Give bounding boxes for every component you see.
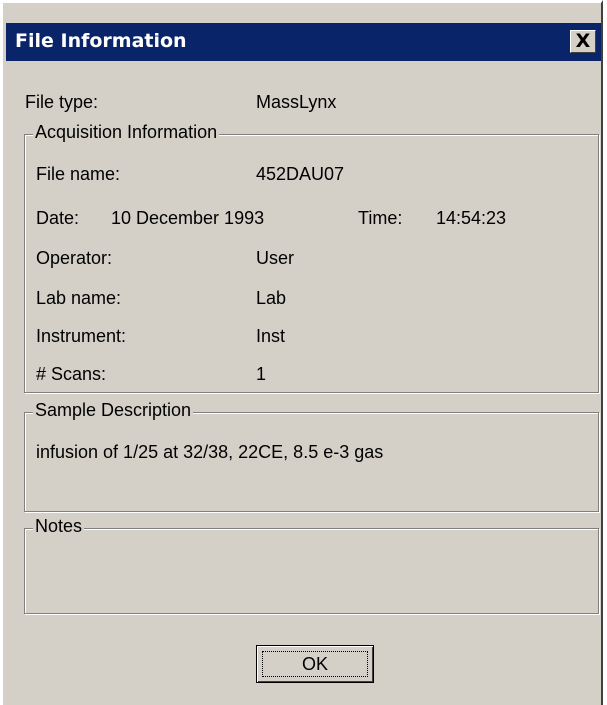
file-information-dialog: File Information X File type: MassLynx A… (0, 0, 603, 705)
scans-label: # Scans: (36, 364, 107, 384)
file-name-label: File name: (36, 164, 121, 184)
instrument-label: Instrument: (36, 326, 127, 346)
time-label: Time: (358, 208, 403, 228)
close-button[interactable]: X (570, 30, 596, 53)
file-type-value: MassLynx (256, 92, 337, 112)
notes-legend: Notes (33, 516, 85, 537)
instrument-value: Inst (256, 326, 286, 346)
file-type-label: File type: (25, 92, 99, 112)
dialog-title: File Information (15, 30, 187, 52)
date-value: 10 December 1993 (111, 208, 265, 228)
close-icon: X (575, 30, 591, 52)
scans-value: 1 (256, 364, 267, 384)
sample-description-text: infusion of 1/25 at 32/38, 22CE, 8.5 e-3… (36, 442, 384, 462)
sample-description-legend: Sample Description (33, 400, 194, 421)
lab-name-label: Lab name: (36, 288, 122, 308)
acquisition-info-legend: Acquisition Information (33, 122, 220, 143)
file-name-value: 452DAU07 (256, 164, 345, 184)
title-bar[interactable]: File Information X (6, 23, 601, 61)
time-value: 14:54:23 (436, 208, 507, 228)
lab-name-value: Lab (256, 288, 287, 308)
ok-button-label: OK (262, 651, 368, 677)
date-label: Date: (36, 208, 80, 228)
ok-button[interactable]: OK (256, 645, 374, 683)
operator-label: Operator: (36, 248, 113, 268)
operator-value: User (256, 248, 295, 268)
notes-group: Notes (24, 516, 599, 614)
